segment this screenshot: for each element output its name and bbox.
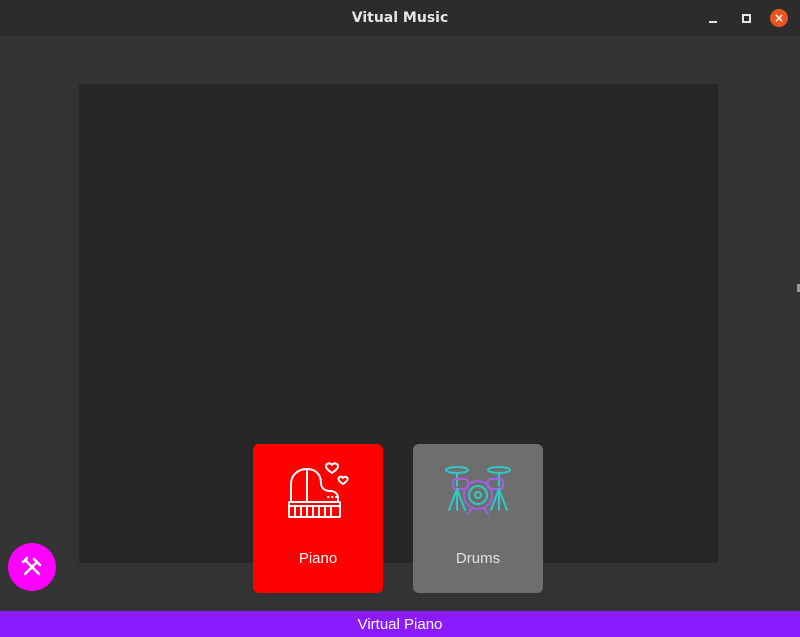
title-bar[interactable]: Vitual Music × <box>0 0 800 36</box>
minimize-icon <box>709 21 717 23</box>
minimize-button[interactable] <box>703 8 723 28</box>
drums-button[interactable]: Drums <box>413 444 543 593</box>
close-button[interactable]: × <box>769 8 789 28</box>
maximize-icon <box>741 13 751 23</box>
main-canvas <box>79 84 718 563</box>
tools-icon <box>21 556 42 576</box>
drums-label: Drums <box>455 550 501 567</box>
drum-kit-icon <box>445 466 511 515</box>
window-title: Vitual Music <box>351 10 449 26</box>
grand-piano-icon <box>288 462 349 518</box>
tools-button[interactable] <box>8 543 56 591</box>
status-text: Virtual Piano <box>357 615 443 633</box>
status-bar: Virtual Piano <box>0 611 800 637</box>
maximize-button[interactable] <box>736 8 756 28</box>
piano-button[interactable]: Piano <box>253 444 383 593</box>
app-window: Vitual Music × Piano Drums Virtual Piano <box>0 0 800 637</box>
piano-label: Piano <box>298 550 338 567</box>
close-icon: × <box>770 9 788 27</box>
